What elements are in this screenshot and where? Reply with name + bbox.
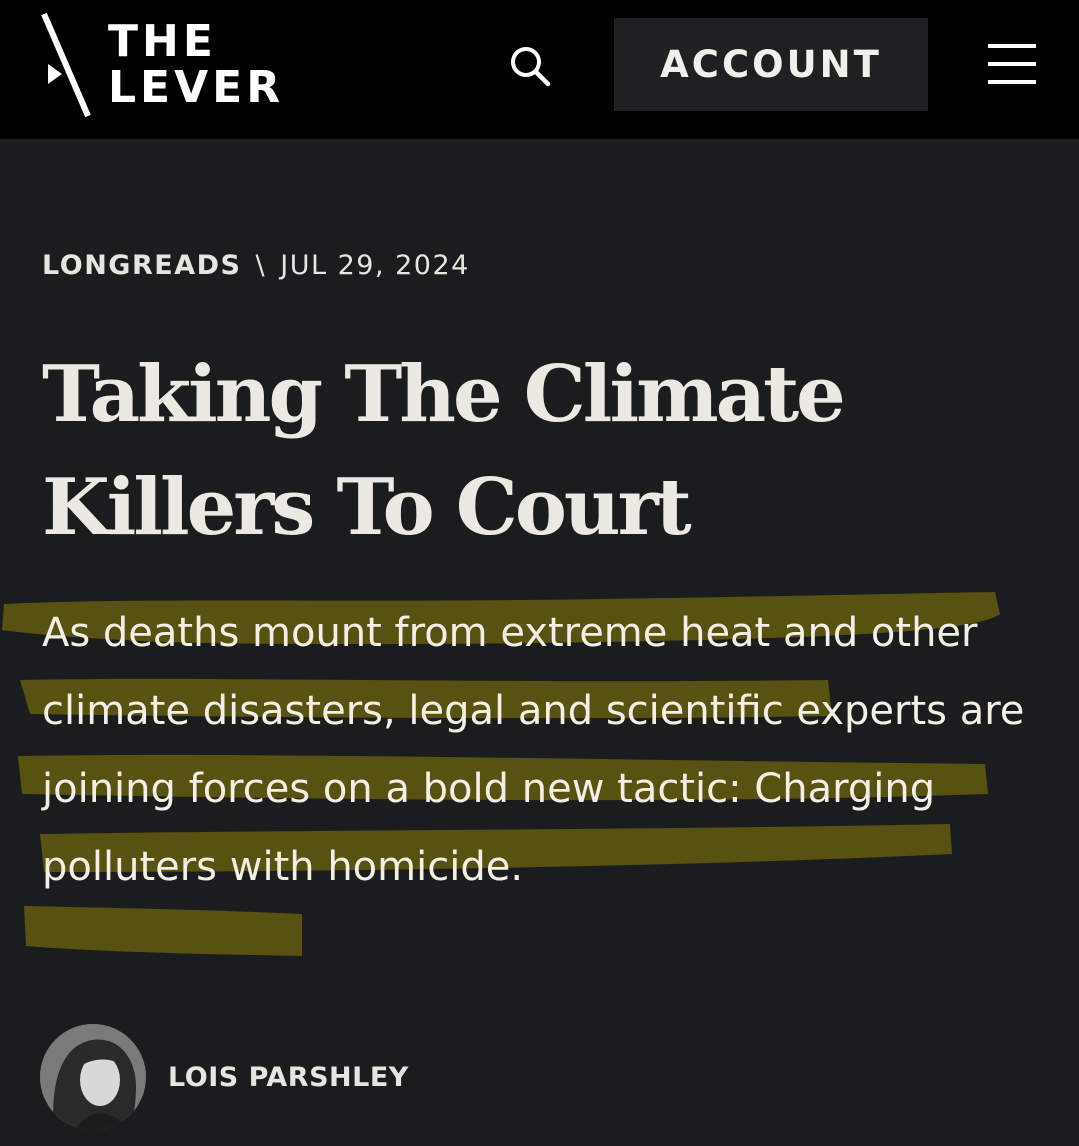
article-dek: As deaths mount from extreme heat and ot… bbox=[42, 610, 1025, 890]
logo-slash-mark bbox=[41, 12, 91, 118]
byline: LOIS PARSHLEY bbox=[40, 1024, 409, 1130]
menu-bar-top bbox=[988, 44, 1036, 48]
logo-wordmark: THE LEVER bbox=[108, 20, 284, 110]
article-category-link[interactable]: LONGREADS bbox=[42, 250, 241, 281]
highlight-stroke-5 bbox=[24, 906, 302, 956]
site-logo[interactable]: THE LEVER bbox=[40, 12, 310, 122]
article-headline: Taking The Climate Killers To Court bbox=[42, 349, 846, 553]
author-photo bbox=[40, 1024, 146, 1130]
author-name-link[interactable]: LOIS PARSHLEY bbox=[168, 1062, 409, 1093]
search-icon bbox=[511, 47, 551, 87]
menu-bar-middle bbox=[988, 62, 1036, 66]
author-avatar[interactable] bbox=[40, 1024, 146, 1130]
account-button[interactable]: ACCOUNT bbox=[614, 18, 928, 111]
logo-line-2: LEVER bbox=[108, 62, 285, 113]
meta-separator: \ bbox=[255, 250, 267, 281]
logo-line-1: THE bbox=[108, 16, 217, 67]
site-header: THE LEVER ACCOUNT bbox=[0, 0, 1079, 139]
menu-bar-bottom bbox=[988, 80, 1036, 84]
article-meta: LONGREADS \ JUL 29, 2024 bbox=[42, 250, 470, 281]
article-date: JUL 29, 2024 bbox=[280, 250, 470, 281]
search-button[interactable] bbox=[508, 44, 554, 90]
hamburger-menu-button[interactable] bbox=[988, 42, 1038, 86]
